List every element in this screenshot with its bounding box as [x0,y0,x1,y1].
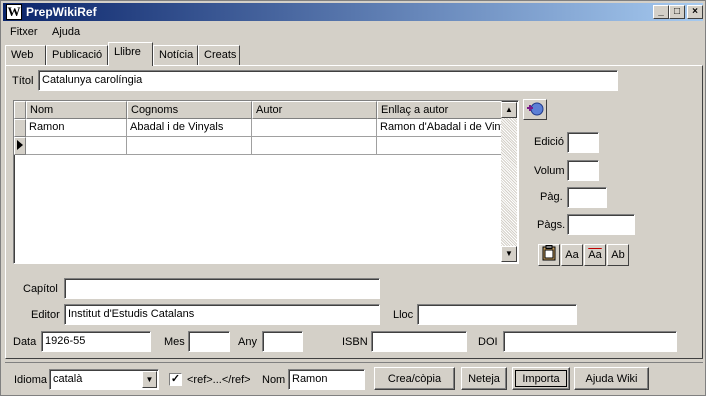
editor-label: Editor [31,309,60,321]
tab-noticia[interactable]: Notícia [153,45,198,65]
tab-llibre[interactable]: Llibre [108,42,153,66]
doi-field[interactable] [503,331,677,352]
tab-label: Web [11,49,34,61]
volum-label: Volum [534,165,565,177]
idioma-selected-value: català [53,373,83,385]
table-cell-enllac[interactable]: Ramon d'Abadal i de Viny [377,119,502,137]
menu-bar: Fitxer Ajuda [3,23,703,41]
volum-field[interactable] [567,160,599,181]
row-indicator [14,119,26,137]
authors-table[interactable]: Nom Cognoms Autor Enllaç a autor Ramon A… [13,100,519,264]
font-grow-button[interactable]: Aa [561,244,583,266]
font-cycle-button[interactable]: Aa [584,244,606,266]
table-cell-cognoms[interactable]: Abadal i de Vinyals [127,119,252,137]
table-cell-autor[interactable] [252,137,377,155]
row-pointer-icon [17,140,23,150]
isbn-label: ISBN [342,336,368,348]
lloc-label: Lloc [393,309,414,321]
close-icon: × [692,6,698,17]
close-button[interactable]: × [687,5,703,19]
font-grow-icon: Aa [565,249,579,261]
any-label: Any [238,336,257,348]
scroll-track[interactable] [501,118,517,246]
menu-ajuda[interactable]: Ajuda [52,26,80,38]
scroll-up-button[interactable]: ▲ [501,102,517,118]
scroll-down-button[interactable]: ▼ [501,246,517,262]
mes-label: Mes [164,336,185,348]
titol-field[interactable]: Catalunya carolíngia [38,70,618,91]
capitol-label: Capítol [23,283,58,295]
mes-field[interactable] [188,331,230,352]
tab-web[interactable]: Web [5,45,46,65]
font-cycle-icon: Aa [588,249,602,261]
maximize-button[interactable]: □ [669,5,685,19]
crea-copia-button[interactable]: Crea/còpia [374,367,455,390]
column-header-autor[interactable]: Autor [252,101,377,119]
window-title: PrepWikiRef [26,5,97,19]
idioma-label: Idioma [14,374,48,386]
minimize-icon: _ [658,6,664,17]
app-logo-icon: W [6,4,22,20]
pag-label: Pàg. [540,191,563,203]
any-field[interactable] [262,331,303,352]
app-window: W PrepWikiRef _ □ × Fitxer Ajuda Web Pub… [0,0,706,396]
nom-label: Nom [262,374,286,386]
edicio-label: Edició [534,136,564,148]
tab-label: Llibre [114,46,141,58]
row-indicator-header [14,101,26,119]
tab-publicacio[interactable]: Publicació [46,45,108,65]
table-cell-nom[interactable] [26,137,127,155]
arrow-up-icon: ▲ [505,105,513,114]
table-cell-enllac[interactable] [377,137,502,155]
capitol-field[interactable] [64,278,380,299]
dropdown-button[interactable]: ▼ [142,371,157,388]
pag-field[interactable] [567,187,607,208]
current-row-indicator [14,137,26,155]
table-cell-nom[interactable]: Ramon [26,119,127,137]
font-small-icon: Ab [611,249,625,261]
isbn-field[interactable] [371,331,467,352]
neteja-button[interactable]: Neteja [461,367,507,390]
tab-creats[interactable]: Creats [198,45,240,65]
nom-field[interactable]: Ramon [288,369,365,390]
tab-label: Notícia [159,49,194,61]
chevron-down-icon: ▼ [145,375,154,384]
add-person-icon [527,102,544,116]
doi-label: DOI [478,336,498,348]
tab-label: Publicació [52,49,103,61]
menu-fitxer[interactable]: Fitxer [10,26,38,38]
column-header-nom[interactable]: Nom [26,101,127,119]
table-cell-cognoms[interactable] [127,137,252,155]
lloc-field[interactable] [417,304,577,325]
column-header-enllac[interactable]: Enllaç a autor [377,101,502,119]
pags-field[interactable] [567,214,635,235]
titol-label: Títol [12,75,34,87]
data-label: Data [13,336,37,348]
title-bar[interactable]: W PrepWikiRef _ □ × [3,3,703,21]
paste-button[interactable] [538,244,560,266]
ref-checkbox-label: <ref>...</ref> [187,374,251,386]
font-small-button[interactable]: Ab [607,244,629,266]
checkmark-icon: ✓ [170,373,181,385]
table-scrollbar[interactable]: ▲ ▼ [501,102,517,262]
editor-field[interactable]: Institut d'Estudis Catalans [64,304,380,325]
edicio-field[interactable] [567,132,599,153]
ajuda-wiki-button[interactable]: Ajuda Wiki [574,367,649,390]
table-cell-autor[interactable] [252,119,377,137]
arrow-down-icon: ▼ [505,249,513,258]
ref-checkbox[interactable]: ✓ [169,373,182,386]
clipboard-icon [542,245,556,261]
importa-button[interactable]: Importa [512,367,570,390]
add-author-button[interactable] [523,99,547,120]
idioma-select[interactable]: català ▼ [49,369,159,390]
minimize-button[interactable]: _ [653,5,669,19]
column-header-cognoms[interactable]: Cognoms [127,101,252,119]
data-field[interactable]: 1926-55 [41,331,151,352]
pags-label: Pàgs. [537,219,566,231]
tab-label: Creats [204,49,237,61]
maximize-icon: □ [673,6,681,17]
